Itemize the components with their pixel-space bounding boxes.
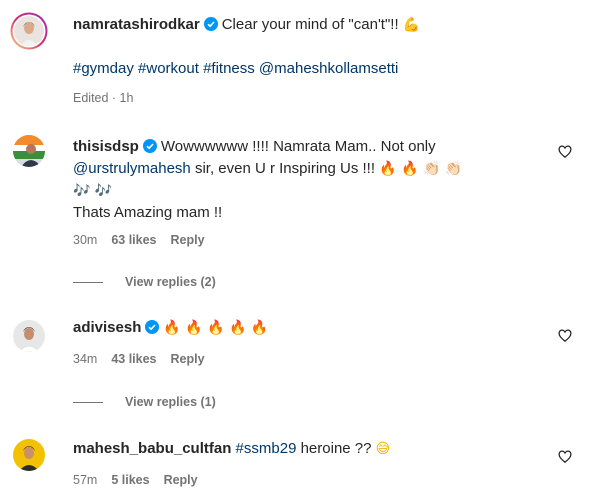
view-replies-button[interactable]: View replies (1) (73, 395, 216, 409)
comment-avatar-adivisesh[interactable] (13, 320, 45, 352)
comment-body-line-2: @urstrulymahesh sir, even U r Inspiring … (73, 158, 549, 180)
comment-text: Thats Amazing mam !! (73, 204, 223, 221)
fire-emojis: 🔥 🔥 🔥 🔥 🔥 (163, 320, 269, 336)
like-heart-icon[interactable] (558, 145, 572, 159)
comment-likes[interactable]: 43 likes (111, 352, 156, 366)
comment-username[interactable]: adivisesh (73, 319, 141, 336)
reply-button[interactable]: Reply (171, 352, 205, 366)
comment-likes[interactable]: 63 likes (111, 233, 156, 247)
divider-line (73, 281, 103, 283)
reply-button[interactable]: Reply (171, 233, 205, 247)
verified-badge-icon (203, 17, 218, 31)
post-caption-line: namratashirodkar Clear your mind of "can'… (73, 14, 549, 36)
comment-text: heroine ?? (296, 440, 372, 457)
comment-meta-mahesh-babu-cultfan: 57m 5 likes Reply (73, 473, 212, 487)
post-author-username[interactable]: namratashirodkar (73, 16, 200, 33)
divider-line (73, 401, 103, 403)
post-caption-text: Clear your mind of "can't"!! (221, 16, 399, 33)
grinning-sweat-emoji: 😅 (375, 441, 391, 457)
verified-badge-icon (142, 139, 157, 153)
comment-body-adivisesh: adivisesh 🔥 🔥 🔥 🔥 🔥 (73, 317, 549, 339)
musical-notes-emojis: 🎶 🎶 (73, 183, 113, 199)
post-edited-meta: Edited · 1h (73, 91, 134, 105)
comment-avatar-thisisdsp[interactable] (13, 135, 45, 167)
comment-likes[interactable]: 5 likes (111, 473, 149, 487)
verified-badge-icon (145, 320, 160, 334)
comment-avatar-mahesh-babu-cultfan[interactable] (13, 439, 45, 471)
comment-body-thisisdsp: thisisdsp Wowwwwww !!!! Namrata Mam.. Not… (73, 136, 549, 158)
comment-body-mahesh-babu-cultfan: mahesh_babu_cultfan #ssmb29 heroine ?? 😅 (73, 438, 549, 460)
comment-meta-thisisdsp: 30m 63 likes Reply (73, 233, 219, 247)
comment-time: 30m (73, 233, 98, 247)
comment-time: 34m (73, 352, 98, 366)
view-replies-label: View replies (2) (125, 275, 216, 289)
fire-clap-emojis: 🔥 🔥 👏🏻 👏🏻 (379, 161, 463, 177)
comment-meta-adivisesh: 34m 43 likes Reply (73, 352, 219, 366)
comment-text: sir, even U r Inspiring Us !!! (190, 160, 376, 177)
post-author-avatar[interactable] (10, 12, 48, 50)
like-heart-icon[interactable] (558, 329, 572, 343)
comment-hashtag[interactable]: #ssmb29 (236, 440, 297, 457)
comment-username[interactable]: thisisdsp (73, 138, 139, 155)
like-heart-icon[interactable] (558, 450, 572, 464)
comment-text: Wowwwwww !!!! Namrata Mam.. Not only (160, 138, 436, 155)
view-replies-label: View replies (1) (125, 395, 216, 409)
comment-time: 57m (73, 473, 98, 487)
view-replies-button[interactable]: View replies (2) (73, 275, 216, 289)
post-hashtags[interactable]: #gymday #workout #fitness @maheshkollams… (73, 58, 549, 80)
reply-button[interactable]: Reply (164, 473, 198, 487)
comment-mention[interactable]: @urstrulymahesh (73, 160, 191, 177)
comment-username[interactable]: mahesh_babu_cultfan (73, 440, 231, 457)
flexed-biceps-emoji: 💪 (402, 17, 421, 33)
